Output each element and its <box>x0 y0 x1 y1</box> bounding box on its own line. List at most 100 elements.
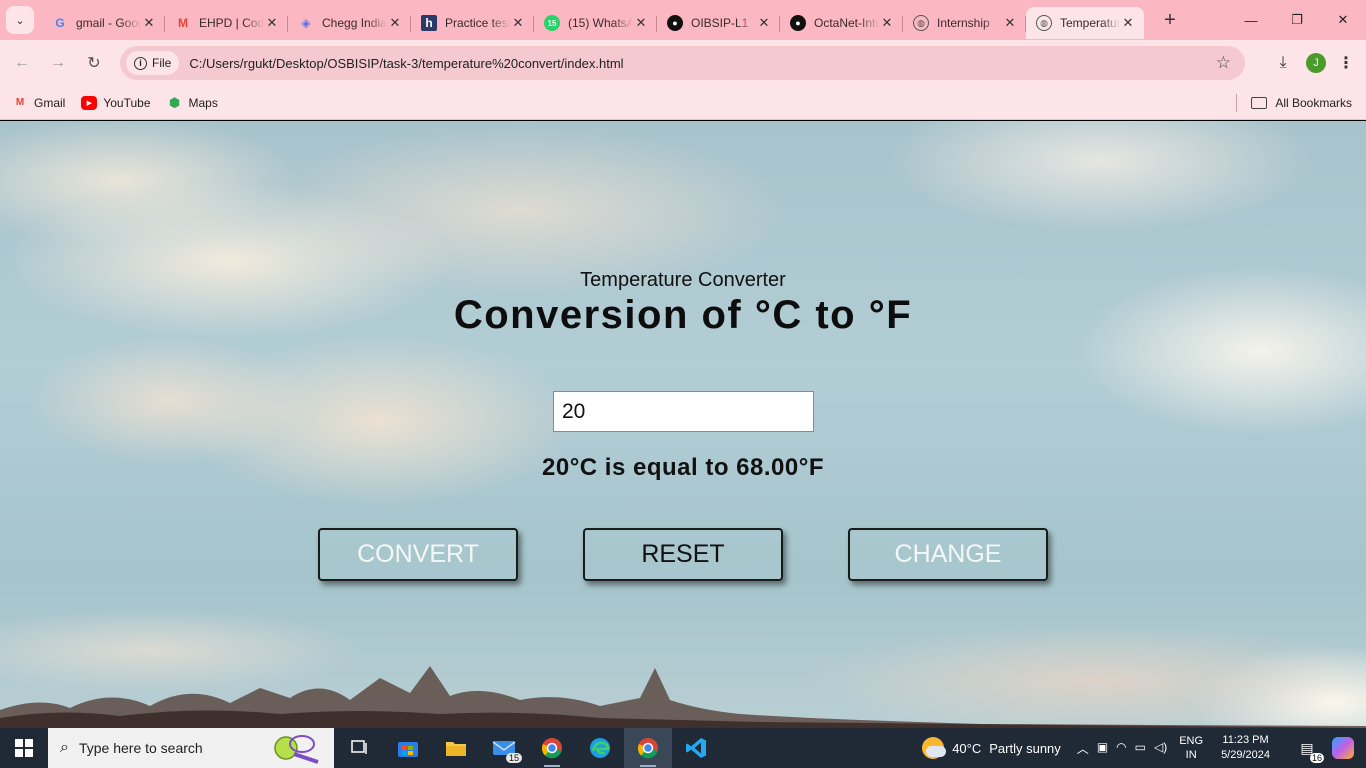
minimize-icon[interactable]: — <box>1228 0 1274 40</box>
temperature-input[interactable] <box>553 391 814 432</box>
start-button[interactable] <box>0 728 48 768</box>
taskbar-apps: 15 <box>336 728 720 768</box>
github-icon: ● <box>790 15 806 31</box>
bookmark-label: Maps <box>188 95 218 110</box>
tab-search-button[interactable]: ⌄ <box>6 6 34 34</box>
clock[interactable]: 11:23 PM 5/29/2024 <box>1221 733 1270 763</box>
close-icon[interactable]: ✕ <box>264 15 280 31</box>
tray-icons: ︿ ▣ ◠ ▭ ◁) <box>1077 740 1167 757</box>
tab-practice[interactable]: h Practice test ✕ <box>411 7 534 39</box>
new-tab-button[interactable]: + <box>1156 9 1184 32</box>
taskbar-chrome[interactable] <box>624 728 672 768</box>
forward-icon[interactable]: → <box>42 47 74 79</box>
taskbar-mail[interactable]: 15 <box>480 728 528 768</box>
lang-line-1: ENG <box>1179 735 1204 747</box>
tab-title: EHPD | Coding <box>199 16 264 30</box>
change-button[interactable]: CHANGE <box>848 528 1048 581</box>
meet-now-icon[interactable]: ▣ <box>1097 740 1108 757</box>
close-icon[interactable]: ✕ <box>1120 15 1136 31</box>
tab-temperature-converter[interactable]: ◍ Temperature Converter ✕ <box>1026 7 1144 39</box>
system-tray: 40°C Partly sunny ︿ ▣ ◠ ▭ ◁) ENG IN 11:2… <box>922 728 1366 768</box>
toolbar-actions: ⤓ J ⋮ <box>1270 46 1356 80</box>
tab-title: (15) WhatsApp <box>568 16 633 30</box>
tab-whatsapp[interactable]: 15 (15) WhatsApp ✕ <box>534 7 657 39</box>
tab-title: OIBSIP-L1 <box>691 16 749 30</box>
github-icon: ● <box>667 15 683 31</box>
all-bookmarks[interactable]: All Bookmarks <box>1236 93 1352 112</box>
site-info-chip[interactable]: i File <box>126 51 180 75</box>
tab-chegg[interactable]: ◈ Chegg India ✕ <box>288 7 411 39</box>
restore-icon[interactable]: ❐ <box>1274 0 1320 40</box>
taskbar-edge[interactable] <box>576 728 624 768</box>
store-icon <box>398 742 418 757</box>
partly-sunny-icon <box>922 737 947 759</box>
taskbar-store[interactable] <box>384 728 432 768</box>
clock-date: 5/29/2024 <box>1221 749 1270 761</box>
close-icon[interactable]: ✕ <box>756 15 772 31</box>
weather-widget[interactable]: 40°C Partly sunny <box>922 737 1061 759</box>
all-bookmarks-label: All Bookmarks <box>1275 95 1352 110</box>
conversion-result: 20°C is equal to 68.00°F <box>542 454 824 481</box>
tab-internship[interactable]: ◍ Internship ✕ <box>903 7 1026 39</box>
copilot-icon[interactable] <box>1332 737 1354 759</box>
folder-icon <box>446 742 466 756</box>
browser-tabstrip: ⌄ G gmail - Google Search ✕ M EHPD | Cod… <box>0 0 1366 40</box>
wifi-icon[interactable]: ◠ <box>1116 740 1126 757</box>
close-icon[interactable]: ✕ <box>879 15 895 31</box>
bookmark-youtube[interactable]: ▶ YouTube <box>81 95 151 110</box>
tab-ehpd[interactable]: M EHPD | Coding ✕ <box>165 7 288 39</box>
tab-gmail-search[interactable]: G gmail - Google Search ✕ <box>42 7 165 39</box>
gmail-icon: M <box>178 16 188 30</box>
weather-temp: 40°C <box>952 740 982 756</box>
taskbar-file-explorer[interactable] <box>432 728 480 768</box>
maps-icon: ⬢ <box>168 94 181 110</box>
url-text[interactable]: C:/Users/rgukt/Desktop/OSBISIP/task-3/te… <box>189 56 623 71</box>
tab-oibsip[interactable]: ● OIBSIP-L1 ✕ <box>657 7 780 39</box>
tab-title: Chegg India <box>322 16 387 30</box>
bookmark-gmail[interactable]: M Gmail <box>12 96 66 110</box>
window-controls: — ❐ ✕ <box>1228 0 1366 40</box>
tab-title: OctaNet-Internship <box>814 16 879 30</box>
notification-center[interactable]: ▤ 16 <box>1292 740 1324 763</box>
battery-icon[interactable]: ▭ <box>1135 740 1146 757</box>
tab-octanet[interactable]: ● OctaNet-Internship ✕ <box>780 7 903 39</box>
reload-icon[interactable]: ↻ <box>78 47 110 79</box>
gmail-icon: M <box>15 97 25 108</box>
close-icon[interactable]: ✕ <box>141 15 157 31</box>
clock-time: 11:23 PM <box>1222 734 1269 746</box>
back-icon[interactable]: ← <box>6 47 38 79</box>
close-icon[interactable]: ✕ <box>1002 15 1018 31</box>
globe-icon: ◍ <box>1036 15 1052 31</box>
browser-toolbar: ← → ↻ i File C:/Users/rgukt/Desktop/OSBI… <box>0 40 1366 86</box>
menu-kebab-icon[interactable]: ⋮ <box>1336 53 1356 73</box>
close-window-icon[interactable]: ✕ <box>1320 0 1366 40</box>
tab-title: Temperature Converter <box>1060 16 1120 30</box>
taskbar-chrome-profile[interactable] <box>528 728 576 768</box>
h-icon: h <box>421 15 437 31</box>
download-icon[interactable]: ⤓ <box>1270 54 1296 72</box>
volume-icon[interactable]: ◁) <box>1154 740 1167 757</box>
youtube-icon: ▶ <box>81 95 98 110</box>
close-icon[interactable]: ✕ <box>633 15 649 31</box>
tab-title: gmail - Google Search <box>76 16 141 30</box>
close-icon[interactable]: ✕ <box>510 15 526 31</box>
taskbar-search[interactable]: ⌕ Type here to search <box>48 728 334 768</box>
edge-icon <box>590 738 610 758</box>
url-scheme-label: File <box>152 56 172 70</box>
globe-icon: ◍ <box>913 15 929 31</box>
taskbar-vscode[interactable] <box>672 728 720 768</box>
profile-avatar[interactable]: J <box>1306 53 1326 73</box>
task-view-button[interactable] <box>336 728 384 768</box>
reset-button[interactable]: RESET <box>583 528 783 581</box>
language-indicator[interactable]: ENG IN <box>1179 734 1203 762</box>
chevron-up-icon[interactable]: ︿ <box>1077 740 1089 757</box>
task-view-icon <box>351 740 367 754</box>
lang-line-2: IN <box>1185 749 1197 761</box>
close-icon[interactable]: ✕ <box>387 15 403 31</box>
convert-button[interactable]: CONVERT <box>318 528 518 581</box>
bookmark-star-icon[interactable]: ☆ <box>1216 53 1231 73</box>
address-bar[interactable]: i File C:/Users/rgukt/Desktop/OSBISIP/ta… <box>120 46 1245 80</box>
windows-taskbar: ⌕ Type here to search 15 40°C Partly sun… <box>0 728 1366 768</box>
whatsapp-icon: 15 <box>544 15 560 31</box>
bookmark-maps[interactable]: ⬢ Maps <box>167 94 218 110</box>
